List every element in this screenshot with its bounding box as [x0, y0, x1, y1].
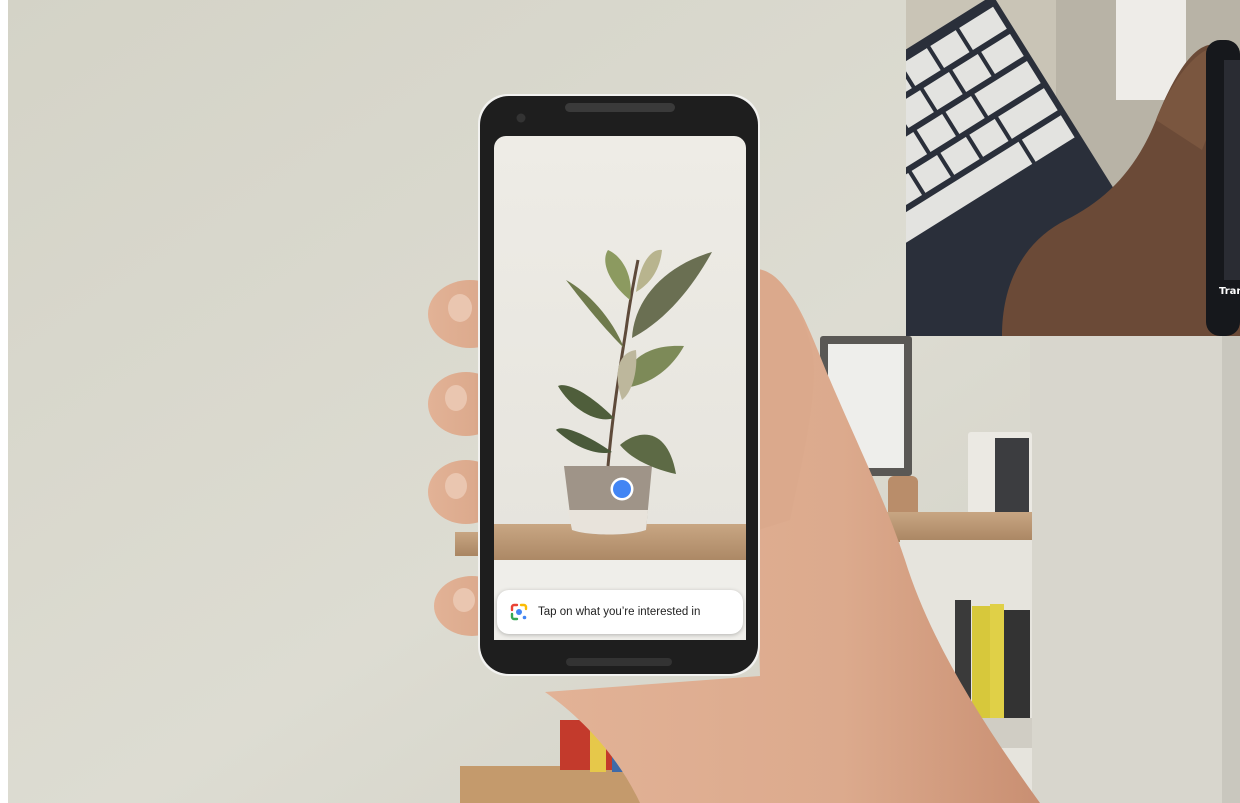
inset-caption-fragment: Tran: [1219, 286, 1240, 297]
google-lens-icon: [510, 603, 528, 621]
lens-prompt-text: Tap on what you’re interested in: [538, 606, 701, 618]
photo-composite: Tap on what you’re interested in Tran: [0, 0, 1240, 803]
lens-prompt-chip[interactable]: Tap on what you’re interested in: [497, 590, 743, 634]
inset-photo: [906, 0, 1240, 336]
focus-dot-icon[interactable]: [610, 477, 634, 501]
